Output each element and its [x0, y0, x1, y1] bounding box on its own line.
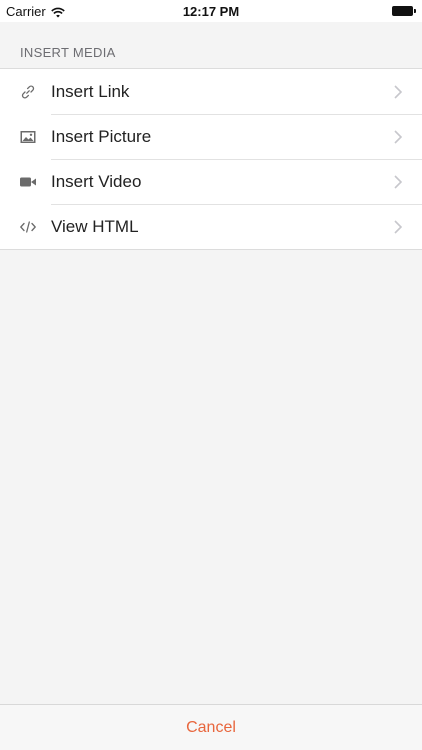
- picture-icon: [20, 129, 36, 145]
- cancel-label: Cancel: [186, 718, 236, 736]
- link-icon: [20, 84, 36, 100]
- menu-item-view-html[interactable]: View HTML: [0, 204, 422, 249]
- insert-media-menu: Insert Link Insert Picture Insert Video: [0, 68, 422, 250]
- status-bar: Carrier 12:17 PM: [0, 0, 422, 22]
- section-header: INSERT MEDIA: [20, 45, 116, 60]
- chevron-right-icon: [394, 219, 403, 234]
- battery-icon: [392, 6, 416, 16]
- video-icon: [20, 174, 36, 190]
- menu-item-insert-picture[interactable]: Insert Picture: [0, 114, 422, 159]
- status-time: 12:17 PM: [182, 4, 240, 19]
- chevron-right-icon: [394, 174, 403, 189]
- menu-item-insert-link[interactable]: Insert Link: [0, 69, 422, 114]
- menu-item-label: View HTML: [51, 216, 139, 236]
- menu-item-label: Insert Video: [51, 171, 142, 191]
- menu-item-insert-video[interactable]: Insert Video: [0, 159, 422, 204]
- menu-item-label: Insert Picture: [51, 126, 152, 146]
- chevron-right-icon: [394, 84, 403, 99]
- chevron-right-icon: [394, 129, 403, 144]
- cancel-button[interactable]: Cancel: [0, 704, 422, 750]
- menu-item-label: Insert Link: [51, 81, 130, 101]
- code-icon: [20, 219, 36, 235]
